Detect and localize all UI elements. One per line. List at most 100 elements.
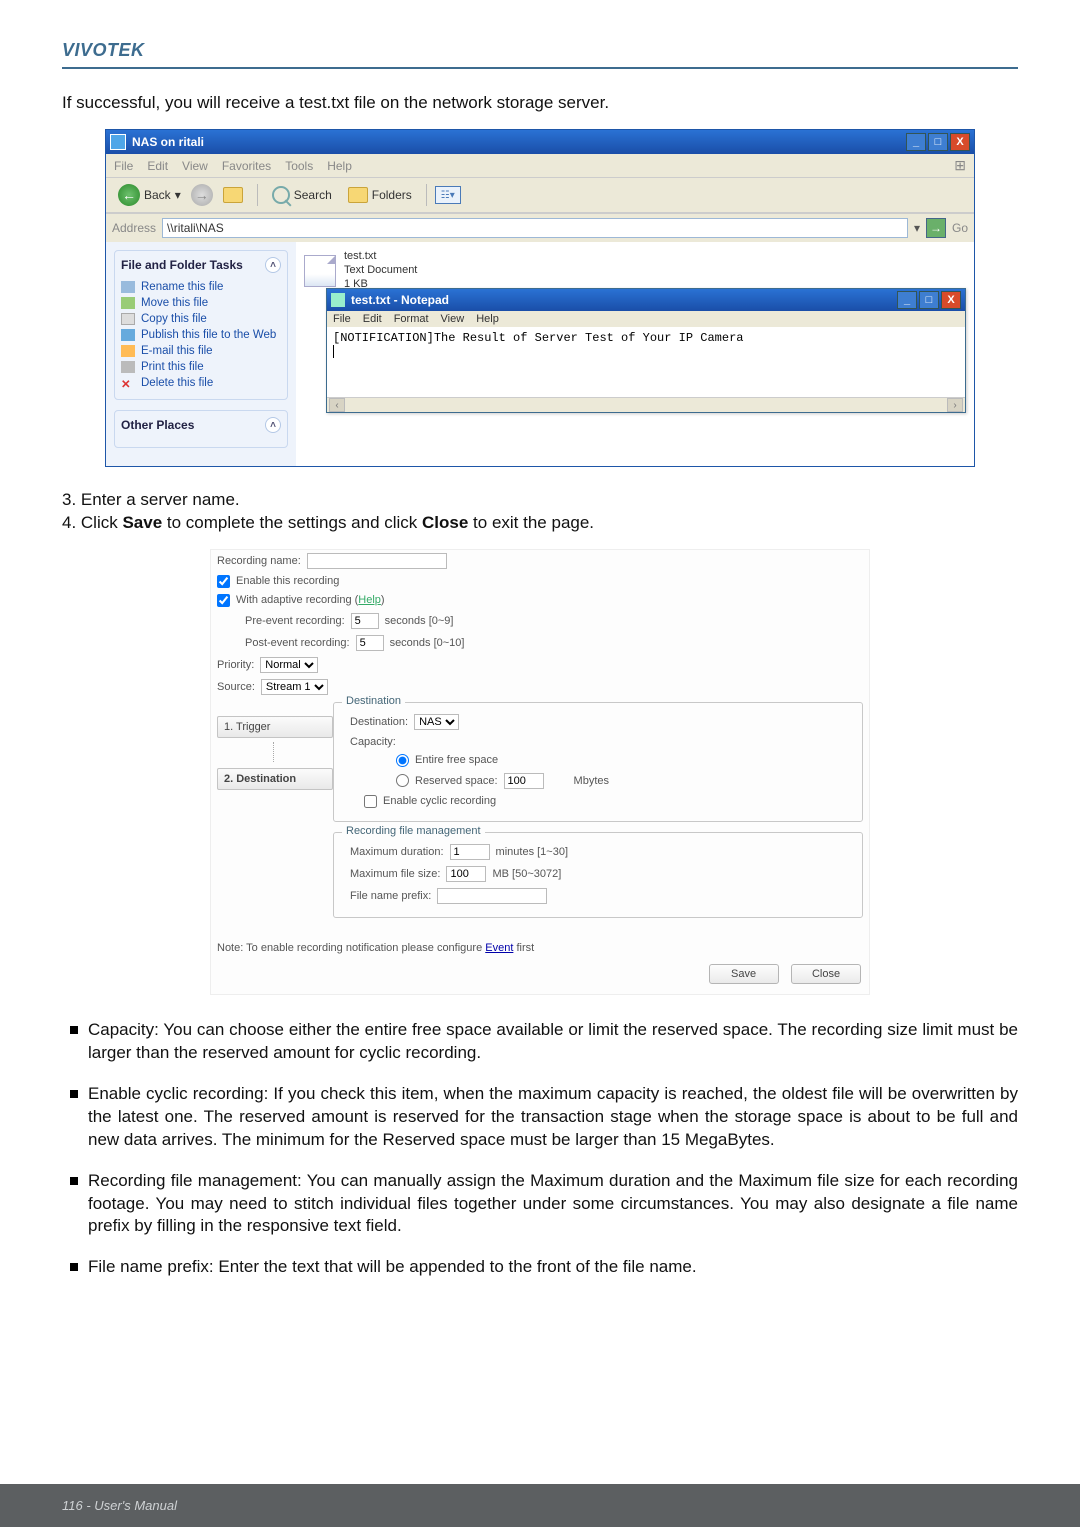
np-menu-help[interactable]: Help	[476, 313, 499, 325]
entire-free-label: Entire free space	[415, 754, 498, 766]
max-size-hint: MB [50~3072]	[492, 868, 561, 880]
bullet-prefix: File name prefix: Enter the text that wi…	[88, 1256, 1018, 1279]
menu-favorites[interactable]: Favorites	[222, 159, 271, 173]
file-management-legend: Recording file management	[342, 825, 485, 837]
search-button[interactable]: Search	[266, 184, 338, 206]
print-icon	[121, 361, 135, 373]
email-icon	[121, 345, 135, 357]
menu-edit[interactable]: Edit	[147, 159, 168, 173]
prefix-label: File name prefix:	[350, 890, 431, 902]
collapse-icon[interactable]: ˄	[265, 257, 281, 273]
reserved-space-input[interactable]	[504, 773, 544, 789]
explorer-titlebar: NAS on ritali _ □ X	[106, 130, 974, 154]
cyclic-recording-label: Enable cyclic recording	[383, 795, 496, 807]
bullet-icon	[70, 1177, 78, 1185]
cyclic-recording-checkbox[interactable]	[364, 795, 377, 808]
menu-help[interactable]: Help	[327, 159, 352, 173]
event-link[interactable]: Event	[485, 942, 513, 954]
menu-view[interactable]: View	[182, 159, 208, 173]
task-delete[interactable]: ✕Delete this file	[121, 375, 281, 391]
source-label: Source:	[217, 681, 255, 693]
delete-icon: ✕	[121, 377, 135, 389]
folders-button[interactable]: Folders	[342, 185, 418, 205]
priority-select[interactable]: Normal	[260, 657, 318, 673]
priority-label: Priority:	[217, 659, 254, 671]
folder-icon	[110, 134, 126, 150]
task-email[interactable]: E-mail this file	[121, 343, 281, 359]
step-destination-button[interactable]: 2. Destination	[217, 768, 333, 790]
notepad-title: test.txt - Notepad	[351, 293, 895, 307]
minimize-button[interactable]: _	[906, 133, 926, 151]
file-type: Text Document	[344, 264, 417, 278]
globe-icon	[121, 329, 135, 341]
maximize-button[interactable]: □	[919, 291, 939, 309]
post-event-label: Post-event recording:	[245, 637, 350, 649]
adaptive-recording-checkbox[interactable]	[217, 594, 230, 607]
recording-name-input[interactable]	[307, 553, 447, 569]
views-button[interactable]: ☷▾	[435, 186, 461, 204]
task-move[interactable]: Move this file	[121, 295, 281, 311]
np-menu-edit[interactable]: Edit	[363, 313, 382, 325]
maximize-button[interactable]: □	[928, 133, 948, 151]
notepad-icon	[331, 293, 345, 307]
tasks-header: File and Folder Tasks	[121, 258, 243, 272]
adaptive-recording-label: With adaptive recording (Help)	[236, 594, 385, 606]
step-trigger-button[interactable]: 1. Trigger	[217, 716, 333, 738]
np-menu-format[interactable]: Format	[394, 313, 429, 325]
menu-tools[interactable]: Tools	[285, 159, 313, 173]
task-publish[interactable]: Publish this file to the Web	[121, 327, 281, 343]
prefix-input[interactable]	[437, 888, 547, 904]
enable-recording-checkbox[interactable]	[217, 575, 230, 588]
bullet-icon	[70, 1263, 78, 1271]
bullet-icon	[70, 1090, 78, 1098]
up-button[interactable]	[217, 185, 249, 205]
address-bar: Address ▾ → Go	[106, 213, 974, 242]
close-button[interactable]: Close	[791, 964, 861, 984]
max-size-input[interactable]	[446, 866, 486, 882]
file-management-fieldset: Recording file management Maximum durati…	[333, 832, 863, 918]
close-button[interactable]: X	[941, 291, 961, 309]
max-duration-input[interactable]	[450, 844, 490, 860]
reserved-space-radio[interactable]	[396, 774, 409, 787]
event-note: Note: To enable recording notification p…	[211, 938, 869, 958]
address-input[interactable]	[162, 218, 908, 238]
minimize-button[interactable]: _	[897, 291, 917, 309]
max-size-label: Maximum file size:	[350, 868, 440, 880]
bullet-file-management: Recording file management: You can manua…	[88, 1170, 1018, 1239]
notepad-menubar: File Edit Format View Help	[327, 311, 965, 327]
entire-free-radio[interactable]	[396, 754, 409, 767]
other-places-header: Other Places	[121, 418, 194, 432]
post-event-hint: seconds [0~10]	[390, 637, 465, 649]
menu-file[interactable]: File	[114, 159, 133, 173]
source-select[interactable]: Stream 1	[261, 679, 328, 695]
help-link[interactable]: Help	[358, 594, 381, 606]
destination-legend: Destination	[342, 695, 405, 707]
np-menu-file[interactable]: File	[333, 313, 351, 325]
bullet-capacity: Capacity: You can choose either the enti…	[88, 1019, 1018, 1065]
notepad-window: test.txt - Notepad _ □ X File Edit Forma…	[326, 288, 966, 413]
task-print[interactable]: Print this file	[121, 359, 281, 375]
bullet-icon	[70, 1026, 78, 1034]
file-item[interactable]: test.txt Text Document 1 KB	[304, 250, 966, 291]
explorer-window: NAS on ritali _ □ X File Edit View Favor…	[105, 129, 975, 467]
np-menu-view[interactable]: View	[441, 313, 465, 325]
pre-event-input[interactable]	[351, 613, 379, 629]
collapse-icon[interactable]: ˄	[265, 417, 281, 433]
notepad-scrollbar[interactable]: ‹›	[327, 397, 965, 412]
windows-flag-icon: ⊞	[954, 157, 966, 174]
forward-button[interactable]: →	[191, 184, 213, 206]
save-button[interactable]: Save	[709, 964, 779, 984]
explorer-toolbar: ←Back ▾ → Search Folders ☷▾	[106, 177, 974, 213]
close-button[interactable]: X	[950, 133, 970, 151]
enable-recording-label: Enable this recording	[236, 575, 339, 587]
go-button[interactable]: →	[926, 218, 946, 238]
bullet-cyclic: Enable cyclic recording: If you check th…	[88, 1083, 1018, 1152]
capacity-label: Capacity:	[350, 736, 396, 748]
destination-select[interactable]: NAS	[414, 714, 459, 730]
task-copy[interactable]: Copy this file	[121, 311, 281, 327]
text-file-icon	[304, 255, 336, 287]
post-event-input[interactable]	[356, 635, 384, 651]
step-4: 4. Click Save to complete the settings a…	[62, 512, 1018, 535]
task-rename[interactable]: Rename this file	[121, 279, 281, 295]
back-button[interactable]: ←Back ▾	[112, 182, 187, 208]
